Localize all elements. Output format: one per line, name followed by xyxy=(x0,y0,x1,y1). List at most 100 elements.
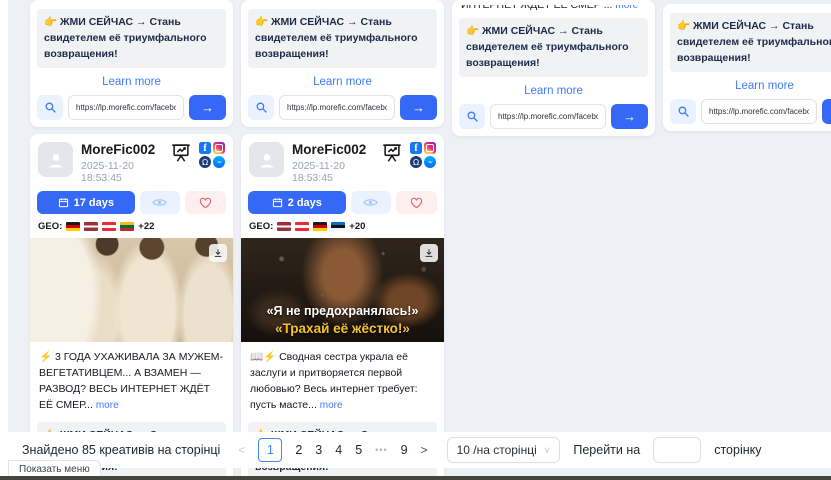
page-button-9[interactable]: 9 xyxy=(401,443,408,457)
facebook-icon[interactable]: f xyxy=(199,142,211,154)
geo-more-count[interactable]: +20 xyxy=(349,221,365,232)
search-url-button[interactable] xyxy=(248,95,274,120)
messenger-icon[interactable] xyxy=(424,156,436,168)
views-button[interactable] xyxy=(140,191,181,214)
goto-page-input[interactable] xyxy=(653,437,701,463)
audience-network-icon[interactable]: Ω xyxy=(199,156,211,168)
grid-column-3: ИНТЕРНЕТ ЖДЁТ ЕЁ СМЕР ... more 👉 ЖМИ СЕЙ… xyxy=(452,0,655,480)
creative-card-partial: 👉 ЖМИ СЕЙЧАС → Стань свидетелем её триум… xyxy=(241,0,444,127)
days-active-button[interactable]: 2 days xyxy=(248,191,346,214)
page-button-5[interactable]: 5 xyxy=(355,443,362,457)
page-button-4[interactable]: 4 xyxy=(335,443,342,457)
avatar xyxy=(38,142,73,177)
image-download-button[interactable] xyxy=(209,244,227,262)
creative-card-partial: 👉 ЖМИ СЕЙЧАС → Стань свидетелем её триум… xyxy=(663,4,831,131)
favorite-button[interactable] xyxy=(185,191,226,214)
ad-teaser-text: ⚡ 3 ГОДА УХАЖИВАЛА ЗА МУЖЕМ-ВЕГЕТАТИВЦЕМ… xyxy=(37,342,226,420)
advertiser-name: MoreFic002 xyxy=(81,142,162,158)
search-icon xyxy=(466,110,479,123)
messenger-icon[interactable] xyxy=(213,156,225,168)
creative-card-partial: ИНТЕРНЕТ ЖДЁТ ЕЁ СМЕР ... more 👉 ЖМИ СЕЙ… xyxy=(452,0,655,136)
landing-url-input[interactable] xyxy=(279,95,395,120)
results-count-text: Знайдено 85 креативів на сторінці xyxy=(22,443,220,457)
pagination-ellipsis[interactable]: ••• xyxy=(375,445,387,455)
favorite-button[interactable] xyxy=(396,191,437,214)
geo-more-count[interactable]: +22 xyxy=(138,221,154,232)
views-button[interactable] xyxy=(351,191,392,214)
geo-label: GEO: xyxy=(38,221,62,232)
download-icon xyxy=(213,248,223,258)
ad-headline: 👉 ЖМИ СЕЙЧАС → Стань свидетелем её триум… xyxy=(37,9,226,68)
bottom-edge-strip xyxy=(0,476,831,480)
collapsed-sidebar-edge xyxy=(0,0,8,480)
search-url-button[interactable] xyxy=(670,99,696,124)
more-link[interactable]: more xyxy=(320,400,343,411)
landing-url-input[interactable] xyxy=(490,104,606,129)
image-caption: «Я не предохранялась!» xyxy=(241,304,444,318)
advertiser-meta: MoreFic002 2025-11-20 18:53:45 xyxy=(292,142,373,184)
open-url-button[interactable]: → xyxy=(189,95,226,120)
landing-url-row: → xyxy=(37,95,226,120)
image-caption: «Трахай её жёстко!» xyxy=(241,321,444,336)
creatives-grid: 👉 ЖМИ СЕЙЧАС → Стань свидетелем её триум… xyxy=(30,0,831,480)
card-actions: 17 days xyxy=(37,191,226,221)
placements-icons: f Ω xyxy=(410,142,436,168)
card-header: MoreFic002 2025-11-20 18:53:45 f Ω xyxy=(37,141,226,191)
search-url-button[interactable] xyxy=(459,104,485,129)
flag-icon xyxy=(331,222,345,231)
landing-url-input[interactable] xyxy=(68,95,184,120)
presentation-chart-icon[interactable] xyxy=(170,142,192,164)
eye-icon xyxy=(152,197,167,208)
open-url-button[interactable]: → xyxy=(611,104,648,129)
page-button-3[interactable]: 3 xyxy=(315,443,322,457)
search-icon xyxy=(255,101,268,114)
creative-card: MoreFic002 2025-11-20 18:53:45 f Ω xyxy=(30,134,233,480)
flag-icon xyxy=(277,222,291,231)
search-url-button[interactable] xyxy=(37,95,63,120)
person-icon xyxy=(46,150,66,170)
advertiser-name: MoreFic002 xyxy=(292,142,373,158)
more-link[interactable]: more xyxy=(96,400,119,411)
open-url-button[interactable]: → xyxy=(400,95,437,120)
learn-more-link[interactable]: Learn more xyxy=(459,77,648,104)
audience-network-icon[interactable]: Ω xyxy=(410,156,422,168)
creative-datetime: 2025-11-20 18:53:45 xyxy=(292,160,373,184)
show-menu-button[interactable]: Показать меню xyxy=(8,460,101,477)
card-header: MoreFic002 2025-11-20 18:53:45 f Ω xyxy=(248,141,437,191)
calendar-icon xyxy=(58,197,69,208)
flag-icon xyxy=(66,222,80,231)
grid-column-4: 👉 ЖМИ СЕЙЧАС → Стань свидетелем её триум… xyxy=(663,0,831,480)
presentation-chart-icon[interactable] xyxy=(381,142,403,164)
placements-icons: f Ω xyxy=(199,142,225,168)
image-download-button[interactable] xyxy=(420,244,438,262)
ad-teaser-cut: ИНТЕРНЕТ ЖДЁТ ЕЁ СМЕР ... more xyxy=(461,5,646,14)
instagram-icon[interactable] xyxy=(213,142,225,154)
download-icon xyxy=(424,248,434,258)
heart-icon xyxy=(410,197,423,209)
learn-more-link[interactable]: Learn more xyxy=(37,68,226,95)
flag-icon xyxy=(102,222,116,231)
geo-row: GEO: +20 xyxy=(248,221,437,238)
eye-icon xyxy=(363,197,378,208)
facebook-icon[interactable]: f xyxy=(410,142,422,154)
ad-teaser-text: 📖⚡ Сводная сестра украла её заслуги и пр… xyxy=(248,342,437,420)
days-active-button[interactable]: 17 days xyxy=(37,191,135,214)
creative-datetime: 2025-11-20 18:53:45 xyxy=(81,160,162,184)
page-button-2[interactable]: 2 xyxy=(295,443,302,457)
flag-icon xyxy=(313,222,327,231)
prev-page-button[interactable]: < xyxy=(238,443,245,457)
more-link[interactable]: more xyxy=(615,5,638,11)
advertiser-meta: MoreFic002 2025-11-20 18:53:45 xyxy=(81,142,162,184)
landing-url-row: → xyxy=(248,95,437,120)
instagram-icon[interactable] xyxy=(424,142,436,154)
creative-image: «Я не предохранялась!» «Трахай её жёстко… xyxy=(241,238,444,342)
open-url-button[interactable]: → xyxy=(822,99,831,124)
page-size-select[interactable]: 10 /на сторінці∨ xyxy=(447,437,561,463)
page-button-1[interactable]: 1 xyxy=(258,438,282,462)
header-icons: f Ω xyxy=(381,142,436,168)
next-page-button[interactable]: > xyxy=(421,443,428,457)
grid-column-1: 👉 ЖМИ СЕЙЧАС → Стань свидетелем её триум… xyxy=(30,0,233,480)
learn-more-link[interactable]: Learn more xyxy=(670,72,831,99)
landing-url-input[interactable] xyxy=(701,99,817,124)
learn-more-link[interactable]: Learn more xyxy=(248,68,437,95)
